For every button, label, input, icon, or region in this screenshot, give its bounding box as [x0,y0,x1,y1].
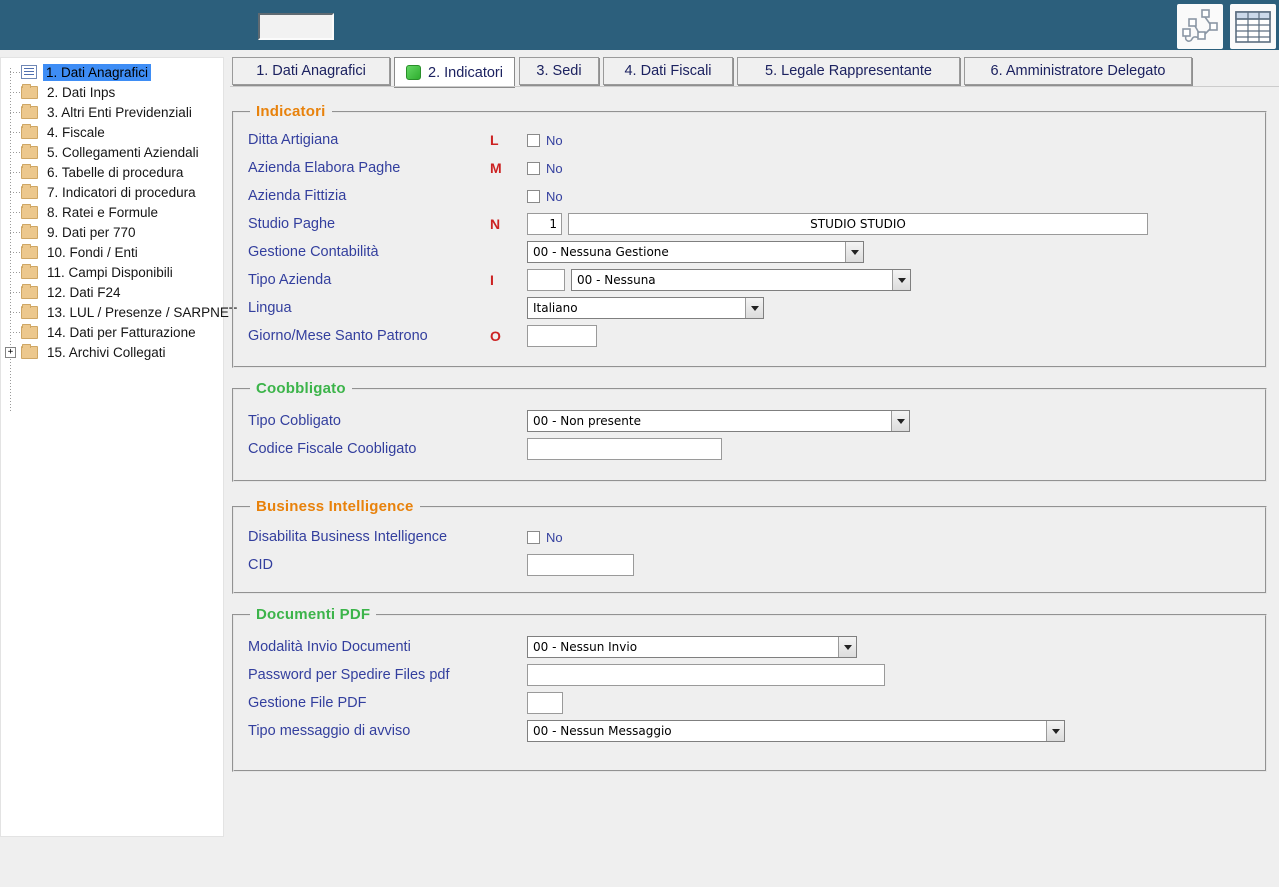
folder-icon [21,283,38,299]
tree-item-lul-presenze-sarpnet[interactable]: 13. LUL / Presenze / SARPNET [1,302,237,322]
tree-item-dati-per-770[interactable]: 9. Dati per 770 [1,222,223,242]
field-azienda-fittizia: Azienda Fittizia No [248,188,563,204]
folder-icon [21,243,38,259]
tab-amministratore-delegato[interactable]: 6. Amministratore Delegato [964,57,1192,85]
field-cid: CID [248,551,1265,579]
navigation-tree: 1. Dati Anagrafici 2. Dati Inps 3. Altri… [1,62,237,412]
gestione-contabilita-select[interactable]: 00 - Nessuna Gestione [527,241,864,263]
section-documenti-pdf: Documenti PDF Modalità Invio Documenti 0… [232,606,1267,772]
field-tipo-messaggio: Tipo messaggio di avviso 00 - Nessun Mes… [248,717,1265,745]
field-santo-patrono: Giorno/Mese Santo Patrono O [248,322,1265,350]
password-pdf-input[interactable] [527,664,885,686]
studio-paghe-name-input[interactable] [568,213,1148,235]
folder-icon [21,103,38,119]
header-input[interactable] [258,13,334,40]
tree-item-dati-per-fatturazione[interactable]: 14. Dati per Fatturazione [1,322,223,342]
folder-icon [21,343,38,359]
disabilita-bi-checkbox[interactable] [527,530,540,544]
tree-item-fiscale[interactable]: 4. Fiscale [1,122,223,142]
chevron-down-icon[interactable] [838,637,856,657]
active-tab-indicator-icon [406,65,422,80]
tab-dati-anagrafici[interactable]: 1. Dati Anagrafici [232,57,390,85]
tree-item-collegamenti-aziendali[interactable]: 5. Collegamenti Aziendali [1,142,223,162]
codice-fiscale-coobligato-input[interactable] [527,438,722,460]
flowchart-icon[interactable] [1177,4,1223,49]
field-disabilita-bi: Disabilita Business Intelligence No [248,529,563,545]
tree-item-dati-anagrafici[interactable]: 1. Dati Anagrafici [1,62,223,82]
section-title: Coobbligato [256,380,346,397]
section-title: Documenti PDF [256,606,371,623]
section-business-intelligence: Business Intelligence Disabilita Busines… [232,498,1267,594]
app-window: 1. Dati Anagrafici 2. Dati Inps 3. Altri… [0,0,1279,887]
tree-item-campi-disponibili[interactable]: 11. Campi Disponibili [1,262,223,282]
header-bar [0,0,1279,50]
section-title: Indicatori [256,103,326,120]
tree-item-altri-enti-previdenziali[interactable]: 3. Altri Enti Previdenziali [1,102,223,122]
lingua-select[interactable]: Italiano [527,297,764,319]
ditta-artigiana-checkbox[interactable] [527,133,540,147]
navigation-tree-panel: 1. Dati Anagrafici 2. Dati Inps 3. Altri… [0,57,237,837]
section-title: Business Intelligence [256,498,414,515]
field-ditta-artigiana: Ditta Artigiana L No [248,132,563,148]
tab-indicatori[interactable]: 2. Indicatori [394,57,515,88]
folder-icon [21,263,38,279]
section-coobbligato: Coobbligato Tipo Cobligato 00 - Non pres… [232,380,1267,482]
tab-legale-rappresentante[interactable]: 5. Legale Rappresentante [737,57,960,85]
field-codice-fiscale-coobligato: Codice Fiscale Coobligato [248,435,1265,463]
tree-item-fondi-enti[interactable]: 10. Fondi / Enti [1,242,223,262]
tab-divider [230,86,1279,87]
field-password-pdf: Password per Spedire Files pdf [248,661,1265,689]
tree-item-dati-inps[interactable]: 2. Dati Inps [1,82,223,102]
tree-item-archivi-collegati[interactable]: + 15. Archivi Collegati [1,342,223,362]
tipo-cobligato-select[interactable]: 00 - Non presente [527,410,910,432]
gestione-file-pdf-input[interactable] [527,692,563,714]
santo-patrono-input[interactable] [527,325,597,347]
azienda-fittizia-checkbox[interactable] [527,189,540,203]
chevron-down-icon[interactable] [845,242,863,262]
section-indicatori: Indicatori Ditta Artigiana L No Azienda … [232,103,1267,368]
chevron-down-icon[interactable] [891,411,909,431]
azienda-elabora-paghe-checkbox[interactable] [527,161,540,175]
tree-item-tabelle-di-procedura[interactable]: 6. Tabelle di procedura [1,162,223,182]
chevron-down-icon[interactable] [1046,721,1064,741]
tipo-azienda-code-input[interactable] [527,269,565,291]
table-icon[interactable] [1230,4,1276,49]
folder-icon [21,303,38,319]
field-tipo-cobligato: Tipo Cobligato 00 - Non presente [248,407,1265,435]
tipo-messaggio-select[interactable]: 00 - Nessun Messaggio [527,720,1065,742]
tipo-azienda-select[interactable]: 00 - Nessuna [571,269,911,291]
folder-icon [21,183,38,199]
folder-icon [21,143,38,159]
modalita-invio-select[interactable]: 00 - Nessun Invio [527,636,857,658]
form-icon [21,65,37,79]
cid-input[interactable] [527,554,634,576]
tab-bar: 1. Dati Anagrafici 2. Indicatori 3. Sedi… [232,57,1192,88]
folder-icon [21,203,38,219]
tab-dati-fiscali[interactable]: 4. Dati Fiscali [603,57,733,85]
field-gestione-contabilita: Gestione Contabilità 00 - Nessuna Gestio… [248,238,1265,266]
folder-icon [21,163,38,179]
field-azienda-elabora-paghe: Azienda Elabora Paghe M No [248,160,563,176]
tree-item-indicatori-di-procedura[interactable]: 7. Indicatori di procedura [1,182,223,202]
folder-icon [21,223,38,239]
field-lingua: Lingua Italiano [248,294,1265,322]
chevron-down-icon[interactable] [892,270,910,290]
folder-icon [21,83,38,99]
field-modalita-invio: Modalità Invio Documenti 00 - Nessun Inv… [248,633,1265,661]
field-tipo-azienda: Tipo Azienda I 00 - Nessuna [248,266,1265,294]
chevron-down-icon[interactable] [745,298,763,318]
tree-item-ratei-e-formule[interactable]: 8. Ratei e Formule [1,202,223,222]
folder-icon [21,123,38,139]
tab-sedi[interactable]: 3. Sedi [519,57,599,85]
studio-paghe-code-input[interactable] [527,213,562,235]
field-studio-paghe: Studio Paghe N [248,210,1265,238]
tree-item-dati-f24[interactable]: 12. Dati F24 [1,282,223,302]
folder-icon [21,323,38,339]
tree-expander-icon[interactable]: + [5,347,16,358]
field-gestione-file-pdf: Gestione File PDF [248,689,1265,717]
